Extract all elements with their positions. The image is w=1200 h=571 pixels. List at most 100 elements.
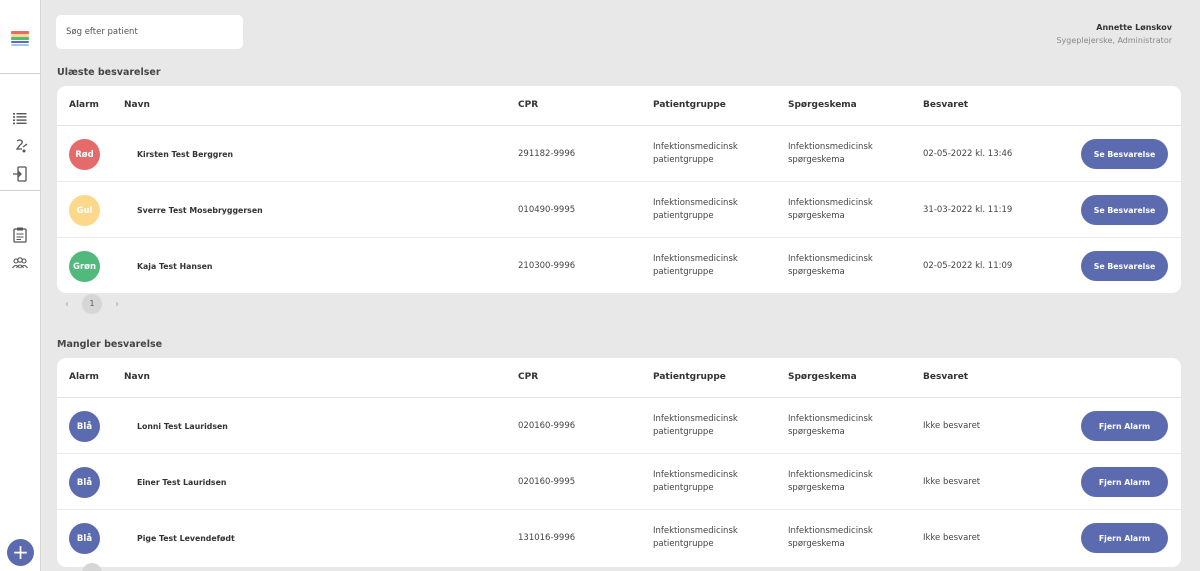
sidebar-divider bbox=[0, 190, 41, 191]
patient-group: Infektionsmedicinsk patientgruppe bbox=[653, 469, 738, 494]
questionnaire-line: Infektionsmedicinsk bbox=[788, 142, 873, 152]
group-icon[interactable] bbox=[10, 253, 30, 273]
view-response-button[interactable]: Se Besvarelse bbox=[1081, 195, 1168, 225]
patient-group: Infektionsmedicinsk patientgruppe bbox=[653, 197, 738, 222]
missing-section-title: Mangler besvarelse bbox=[57, 339, 163, 350]
column-questionnaire: Spørgeskema bbox=[788, 372, 857, 382]
page-1-button[interactable]: 1 bbox=[82, 294, 102, 314]
add-button[interactable]: + bbox=[7, 539, 34, 566]
remove-alarm-button[interactable]: Fjern Alarm bbox=[1081, 411, 1168, 441]
questionnaire: Infektionsmedicinsk spørgeskema bbox=[788, 253, 873, 278]
prev-page-button[interactable]: ‹ bbox=[57, 299, 77, 310]
pagination: ‹ 1 › bbox=[57, 293, 127, 315]
patient-name: Sverre Test Mosebryggersen bbox=[137, 206, 263, 215]
patient-group-line: patientgruppe bbox=[653, 266, 714, 277]
patient-cpr: 010490-9995 bbox=[518, 205, 576, 215]
unread-table: Alarm Navn CPR Patientgruppe Spørgeskema… bbox=[57, 86, 1181, 293]
questionnaire-line: spørgeskema bbox=[788, 210, 845, 221]
patient-group: Infektionsmedicinsk patientgruppe bbox=[653, 253, 738, 278]
table-row[interactable]: Blå Einer Test Lauridsen 020160-9995 Inf… bbox=[57, 454, 1181, 510]
next-page-button[interactable]: › bbox=[107, 299, 127, 310]
questionnaire: Infektionsmedicinsk spørgeskema bbox=[788, 141, 873, 166]
questionnaire: Infektionsmedicinsk spørgeskema bbox=[788, 469, 873, 494]
answered-time: 31-03-2022 kl. 11:19 bbox=[923, 205, 1013, 215]
patient-group-line: patientgruppe bbox=[653, 210, 714, 221]
table-row[interactable]: Grøn Kaja Test Hansen 210300-9996 Infekt… bbox=[57, 238, 1181, 293]
table-header: Alarm Navn CPR Patientgruppe Spørgeskema… bbox=[57, 358, 1181, 398]
column-patient-group: Patientgruppe bbox=[653, 100, 726, 110]
patient-name: Kirsten Test Berggren bbox=[137, 150, 234, 159]
questionnaire-line: Infektionsmedicinsk bbox=[788, 414, 873, 424]
patient-group-line: patientgruppe bbox=[653, 538, 714, 549]
patient-group-line: patientgruppe bbox=[653, 154, 714, 165]
questionnaire-line: spørgeskema bbox=[788, 266, 845, 277]
column-alarm: Alarm bbox=[69, 100, 99, 110]
patient-cpr: 131016-9996 bbox=[518, 533, 576, 543]
answered-time: 02-05-2022 kl. 13:46 bbox=[923, 149, 1013, 159]
questionnaire-line: spørgeskema bbox=[788, 426, 845, 437]
list-icon[interactable] bbox=[10, 108, 30, 128]
patient-cpr: 210300-9996 bbox=[518, 261, 576, 271]
column-cpr: CPR bbox=[518, 100, 539, 110]
questionnaire-line: Infektionsmedicinsk bbox=[788, 198, 873, 208]
questionnaire-line: spørgeskema bbox=[788, 482, 845, 493]
alarm-badge: Blå bbox=[69, 467, 100, 498]
column-alarm: Alarm bbox=[69, 372, 99, 382]
remove-alarm-button[interactable]: Fjern Alarm bbox=[1081, 523, 1168, 553]
patient-search-input[interactable] bbox=[56, 15, 243, 49]
table-row[interactable]: Rød Kirsten Test Berggren 291182-9996 In… bbox=[57, 126, 1181, 182]
patient-name: Einer Test Lauridsen bbox=[137, 478, 227, 487]
patient-name: Lonni Test Lauridsen bbox=[137, 422, 228, 431]
patient-cpr: 020160-9996 bbox=[518, 421, 576, 431]
unread-section-title: Ulæste besvarelser bbox=[57, 67, 161, 78]
table-header: Alarm Navn CPR Patientgruppe Spørgeskema… bbox=[57, 86, 1181, 126]
logout-icon[interactable] bbox=[10, 164, 30, 184]
alarm-badge: Grøn bbox=[69, 251, 100, 282]
missing-table: Alarm Navn CPR Patientgruppe Spørgeskema… bbox=[57, 358, 1181, 567]
answered-status: Ikke besvaret bbox=[923, 421, 981, 431]
table-row[interactable]: Blå Lonni Test Lauridsen 020160-9996 Inf… bbox=[57, 398, 1181, 454]
column-name: Navn bbox=[124, 100, 150, 110]
questionnaire-line: Infektionsmedicinsk bbox=[788, 470, 873, 480]
remove-alarm-button[interactable]: Fjern Alarm bbox=[1081, 467, 1168, 497]
questionnaire-line: Infektionsmedicinsk bbox=[788, 526, 873, 536]
patient-group-line: Infektionsmedicinsk bbox=[653, 198, 738, 208]
questionnaire: Infektionsmedicinsk spørgeskema bbox=[788, 197, 873, 222]
patient-group-line: Infektionsmedicinsk bbox=[653, 254, 738, 264]
column-answered: Besvaret bbox=[923, 372, 969, 382]
view-response-button[interactable]: Se Besvarelse bbox=[1081, 139, 1168, 169]
user-role: Sygeplejerske, Administrator bbox=[1056, 36, 1172, 45]
patient-group-line: Infektionsmedicinsk bbox=[653, 414, 738, 424]
patient-group-line: patientgruppe bbox=[653, 426, 714, 437]
sidebar: + bbox=[0, 0, 41, 571]
column-answered: Besvaret bbox=[923, 100, 969, 110]
table-row[interactable]: Gul Sverre Test Mosebryggersen 010490-99… bbox=[57, 182, 1181, 238]
user-name: Annette Lønskov bbox=[1096, 23, 1172, 32]
column-name: Navn bbox=[124, 372, 150, 382]
answered-status: Ikke besvaret bbox=[923, 533, 981, 543]
patient-group-line: Infektionsmedicinsk bbox=[653, 142, 738, 152]
patient-cpr: 020160-9995 bbox=[518, 477, 576, 487]
view-response-button[interactable]: Se Besvarelse bbox=[1081, 251, 1168, 281]
column-cpr: CPR bbox=[518, 372, 539, 382]
clipboard-icon[interactable] bbox=[10, 225, 30, 245]
sidebar-divider bbox=[0, 73, 41, 74]
patient-group: Infektionsmedicinsk patientgruppe bbox=[653, 141, 738, 166]
alarm-badge: Gul bbox=[69, 195, 100, 226]
column-questionnaire: Spørgeskema bbox=[788, 100, 857, 110]
questionnaire-line: spørgeskema bbox=[788, 538, 845, 549]
questionnaire-icon[interactable] bbox=[10, 136, 30, 156]
patient-group-line: Infektionsmedicinsk bbox=[653, 470, 738, 480]
patient-cpr: 291182-9996 bbox=[518, 149, 576, 159]
logo[interactable] bbox=[11, 31, 29, 47]
table-row[interactable]: Blå Pige Test Levendefødt 131016-9996 In… bbox=[57, 510, 1181, 566]
column-patient-group: Patientgruppe bbox=[653, 372, 726, 382]
user-info: Annette Lønskov Sygeplejerske, Administr… bbox=[1056, 23, 1172, 45]
patient-group: Infektionsmedicinsk patientgruppe bbox=[653, 525, 738, 550]
patient-group-line: patientgruppe bbox=[653, 482, 714, 493]
questionnaire: Infektionsmedicinsk spørgeskema bbox=[788, 525, 873, 550]
patient-name: Pige Test Levendefødt bbox=[137, 534, 235, 543]
alarm-badge: Blå bbox=[69, 523, 100, 554]
questionnaire: Infektionsmedicinsk spørgeskema bbox=[788, 413, 873, 438]
patient-group-line: Infektionsmedicinsk bbox=[653, 526, 738, 536]
